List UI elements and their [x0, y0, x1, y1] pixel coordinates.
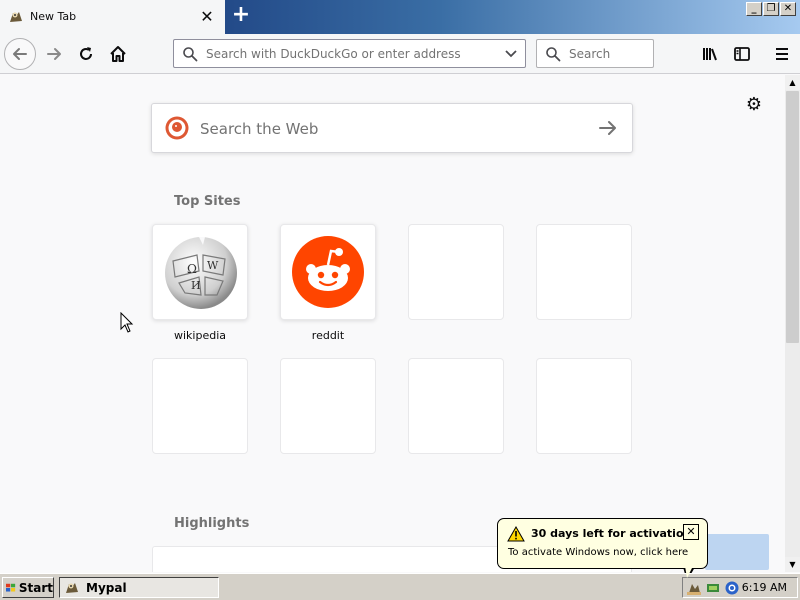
home-icon: [110, 46, 126, 62]
tab-close-icon[interactable]: ✕: [198, 8, 216, 26]
svg-text:И: И: [191, 279, 201, 292]
menu-button[interactable]: [766, 38, 798, 70]
url-input[interactable]: [204, 44, 494, 64]
taskbar: Start Mypal 6:19 AM: [0, 573, 800, 600]
activation-balloon[interactable]: 30 days left for activation To activate …: [497, 518, 708, 569]
reddit-alien-icon: [292, 236, 364, 308]
reload-icon: [80, 47, 92, 60]
home-button[interactable]: [102, 38, 134, 70]
overlay-widget: [705, 534, 769, 570]
clock[interactable]: 6:19 AM: [742, 581, 787, 594]
sidebar-icon: [734, 47, 750, 61]
balloon-message[interactable]: To activate Windows now, click here: [508, 547, 688, 558]
tab-new-tab[interactable]: New Tab ✕: [0, 0, 225, 34]
page-scrollbar[interactable]: ▲ ▼: [785, 75, 800, 572]
nav-toolbar: [0, 34, 800, 74]
arrow-right-icon[interactable]: [598, 119, 618, 137]
chevron-down-icon[interactable]: [504, 48, 518, 60]
top-site-reddit[interactable]: [280, 224, 376, 320]
address-bar[interactable]: [173, 39, 526, 68]
duckduckgo-icon: [165, 116, 189, 140]
library-icon: [703, 48, 717, 61]
mypal-favicon-icon: [10, 12, 22, 22]
wikipedia-globe-icon: Ω W И: [165, 237, 237, 309]
scroll-up-arrow-icon[interactable]: ▲: [785, 75, 800, 90]
balloon-tail-fill: [685, 566, 693, 578]
highlights-title: Highlights: [174, 516, 250, 531]
top-site-empty[interactable]: [152, 358, 248, 454]
top-site-wikipedia[interactable]: Ω W И: [152, 224, 248, 320]
scrollbar-thumb[interactable]: [786, 91, 799, 343]
library-button[interactable]: [694, 38, 726, 70]
start-button[interactable]: Start: [2, 577, 54, 598]
mypal-app-icon: [66, 582, 78, 593]
back-button[interactable]: [4, 38, 36, 70]
forward-icon: [47, 48, 61, 60]
windows-logo-icon: [6, 583, 16, 592]
scroll-down-arrow-icon[interactable]: ▼: [785, 557, 800, 572]
warning-icon: [507, 526, 525, 542]
taskbar-item-label: Mypal: [86, 580, 127, 595]
restore-button[interactable]: ❐: [763, 2, 779, 16]
search-icon: [183, 47, 198, 62]
taskbar-item-mypal[interactable]: Mypal: [59, 577, 219, 598]
search-input[interactable]: [567, 44, 647, 64]
balloon-title: 30 days left for activation: [531, 527, 692, 540]
svg-text:W: W: [207, 259, 219, 272]
forward-button[interactable]: [38, 38, 70, 70]
top-site-empty[interactable]: [280, 358, 376, 454]
mouse-cursor-icon: [120, 312, 134, 333]
close-window-button[interactable]: ✕: [780, 2, 796, 16]
top-sites-title: Top Sites: [174, 194, 241, 209]
new-tab-page: ⚙ Top Sites Ω W И: [0, 75, 785, 572]
window-controls: _ ❐ ✕: [746, 2, 796, 16]
tab-title: New Tab: [30, 10, 77, 23]
reload-button[interactable]: [70, 38, 102, 70]
tray-shield-icon[interactable]: [724, 580, 740, 596]
web-search-input[interactable]: [198, 118, 578, 140]
web-search-box[interactable]: [151, 103, 633, 153]
tray-network-icon[interactable]: [686, 580, 702, 596]
search-bar[interactable]: [536, 39, 654, 68]
top-site-empty[interactable]: [536, 358, 632, 454]
minimize-button[interactable]: _: [746, 2, 762, 16]
balloon-close-button[interactable]: ✕: [683, 524, 699, 540]
search-icon: [546, 47, 561, 62]
top-site-label-reddit: reddit: [311, 329, 345, 342]
top-site-empty[interactable]: [408, 224, 504, 320]
tray-app-icon[interactable]: [705, 580, 721, 596]
gear-icon[interactable]: ⚙: [744, 95, 764, 115]
top-site-empty[interactable]: [536, 224, 632, 320]
system-tray: 6:19 AM: [682, 577, 798, 598]
tab-strip: New Tab ✕ + _ ❐ ✕: [0, 0, 800, 34]
top-site-empty[interactable]: [408, 358, 504, 454]
sidebar-button[interactable]: [726, 38, 758, 70]
start-label: Start: [18, 580, 53, 595]
top-site-label-wikipedia: wikipedia: [173, 329, 226, 342]
menu-icon: [776, 48, 788, 60]
new-tab-button[interactable]: +: [229, 4, 253, 28]
back-icon: [13, 48, 27, 60]
svg-text:Ω: Ω: [187, 262, 197, 276]
